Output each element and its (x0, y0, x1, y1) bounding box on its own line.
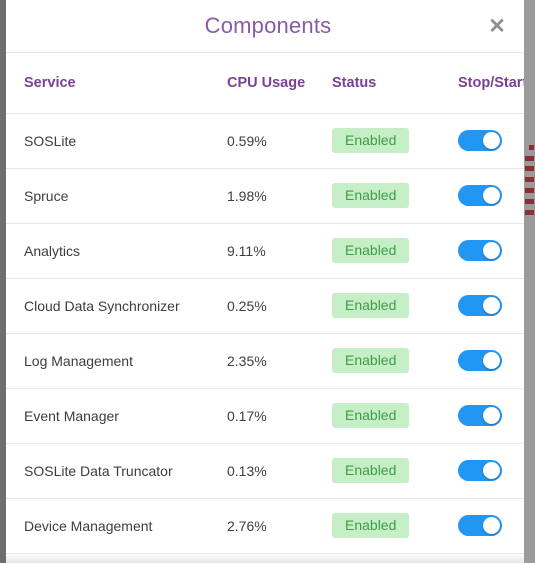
scrollbar-match-tick (525, 210, 534, 215)
cell-status: Enabled (314, 278, 426, 334)
stop-start-toggle[interactable] (458, 515, 502, 536)
toggle-knob (483, 297, 500, 314)
cell-status: Enabled (314, 498, 426, 554)
column-header-status[interactable]: Status (314, 53, 426, 114)
cell-service: Event Manager (6, 388, 209, 444)
stop-start-toggle[interactable] (458, 240, 502, 261)
page-title: Components (204, 13, 332, 38)
toggle-knob (483, 242, 500, 259)
status-badge: Enabled (332, 513, 410, 538)
cell-service: Log Management (6, 333, 209, 389)
scrollbar-match-tick (525, 166, 534, 171)
cell-cpu-usage: 2.35% (209, 333, 314, 389)
cell-service: Cloud Data Synchronizer (6, 278, 209, 334)
column-header-stop-start[interactable]: Stop/Start (426, 53, 530, 114)
cell-stop-start (426, 278, 530, 334)
column-header-service[interactable]: Service (6, 53, 209, 114)
cell-service: SOSLite Data Truncator (6, 443, 209, 499)
table-header: Service CPU Usage Status Stop/Start (6, 53, 530, 114)
table-row: SOSLite 0.59% Enabled (6, 113, 530, 169)
close-icon[interactable]: ✕ (484, 14, 510, 40)
status-badge: Enabled (332, 403, 410, 428)
toggle-knob (483, 352, 500, 369)
cell-cpu-usage: 0.17% (209, 388, 314, 444)
cell-status: Enabled (314, 333, 426, 389)
status-badge: Enabled (332, 128, 410, 153)
stop-start-toggle[interactable] (458, 460, 502, 481)
table-body: SOSLite 0.59% Enabled Spruce 1.98% Enabled Ana… (6, 113, 530, 554)
cell-status: Enabled (314, 443, 426, 499)
scrollbar-match-tick (525, 199, 534, 204)
status-badge: Enabled (332, 238, 410, 263)
cell-cpu-usage: 1.98% (209, 168, 314, 224)
status-badge: Enabled (332, 183, 410, 208)
cell-stop-start (426, 388, 530, 444)
cell-status: Enabled (314, 113, 426, 169)
table-row: SOSLite Data Truncator 0.13% Enabled (6, 443, 530, 499)
cell-service: SOSLite (6, 113, 209, 169)
stop-start-toggle[interactable] (458, 295, 502, 316)
toggle-knob (483, 132, 500, 149)
table-row: Event Manager 0.17% Enabled (6, 388, 530, 444)
table-row: Cloud Data Synchronizer 0.25% Enabled (6, 278, 530, 334)
cell-stop-start (426, 223, 530, 279)
table-row: Spruce 1.98% Enabled (6, 168, 530, 224)
toggle-knob (483, 517, 500, 534)
toggle-knob (483, 462, 500, 479)
status-badge: Enabled (332, 293, 410, 318)
table-header-row: Service CPU Usage Status Stop/Start (6, 53, 530, 114)
table-row: Device Management 2.76% Enabled (6, 498, 530, 554)
stop-start-toggle[interactable] (458, 350, 502, 371)
cell-cpu-usage: 2.76% (209, 498, 314, 554)
cell-status: Enabled (314, 388, 426, 444)
cell-stop-start (426, 333, 530, 389)
scrollbar-match-tick (529, 145, 534, 150)
stop-start-toggle[interactable] (458, 130, 502, 151)
cell-cpu-usage: 0.59% (209, 113, 314, 169)
vertical-scrollbar[interactable] (524, 0, 535, 563)
cell-stop-start (426, 498, 530, 554)
toggle-knob (483, 187, 500, 204)
scrollbar-match-tick (525, 156, 534, 161)
status-badge: Enabled (332, 348, 410, 373)
components-table: Service CPU Usage Status Stop/Start SOSL… (6, 53, 530, 554)
table-row: Log Management 2.35% Enabled (6, 333, 530, 389)
cell-stop-start (426, 168, 530, 224)
toggle-knob (483, 407, 500, 424)
cell-cpu-usage: 0.13% (209, 443, 314, 499)
cell-stop-start (426, 113, 530, 169)
cell-cpu-usage: 0.25% (209, 278, 314, 334)
scrollbar-match-tick (525, 177, 534, 182)
column-header-cpu-usage[interactable]: CPU Usage (209, 53, 314, 114)
cell-status: Enabled (314, 168, 426, 224)
cell-service: Spruce (6, 168, 209, 224)
status-badge: Enabled (332, 458, 410, 483)
cell-service: Device Management (6, 498, 209, 554)
cell-cpu-usage: 9.11% (209, 223, 314, 279)
scrollbar-match-tick (525, 188, 534, 193)
modal-header: Components ✕ (6, 0, 530, 53)
table-row: Analytics 9.11% Enabled (6, 223, 530, 279)
cell-stop-start (426, 443, 530, 499)
components-modal: Components ✕ Service CPU Usage Status St… (6, 0, 530, 563)
cell-service: Analytics (6, 223, 209, 279)
stop-start-toggle[interactable] (458, 405, 502, 426)
stop-start-toggle[interactable] (458, 185, 502, 206)
cell-status: Enabled (314, 223, 426, 279)
